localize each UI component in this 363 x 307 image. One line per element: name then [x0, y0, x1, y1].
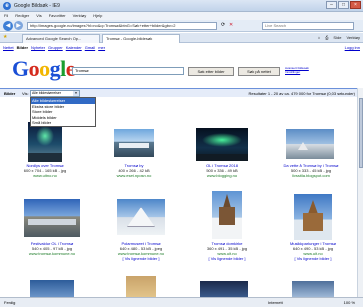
- google-logo[interactable]: Google: [12, 58, 76, 80]
- image-site: livsstila.blogspot.com: [292, 173, 330, 178]
- preferences-link[interactable]: Innstillinger: [285, 70, 309, 74]
- menu-edit[interactable]: Rediger: [15, 12, 29, 20]
- image-thumbnail-polarmuseet[interactable]: [117, 199, 165, 235]
- image-thumbnail-vette[interactable]: [286, 129, 334, 159]
- stop-icon[interactable]: ✕: [229, 22, 233, 28]
- menu-help[interactable]: Hjelp: [93, 12, 102, 20]
- tab-google-images[interactable]: Tromsø - Google-bildesøk: [102, 34, 180, 43]
- image-caption: Tromsø by 400 x 266 - 42 kB www.eset.npo…: [94, 163, 174, 178]
- nav-gmail[interactable]: Gmail: [85, 45, 95, 50]
- image-thumbnail-tromso-by[interactable]: [114, 129, 154, 157]
- search-box[interactable]: Live Search: [262, 22, 354, 30]
- status-text: Ferdig: [4, 300, 16, 305]
- page-scrollbar[interactable]: [357, 88, 363, 297]
- size-select-value: Alle bildestørrelser: [32, 91, 61, 95]
- image-site: www.blogging.no: [206, 173, 238, 178]
- image-caption: Da vette å Tromsø by i Tromsø 500 x 333 …: [271, 163, 351, 178]
- similar-images-link[interactable]: [ Vis lignende bilder ]: [187, 256, 267, 261]
- status-bar: Ferdig Internett 100 %: [0, 297, 363, 307]
- scrollbar-thumb[interactable]: [359, 98, 363, 168]
- image-thumbnail-ol-tromso[interactable]: [196, 128, 248, 161]
- image-caption: Nordlys over Tromsø 600 x 704 - 165 kB -…: [5, 163, 85, 178]
- image-thumbnail-domkirke[interactable]: [212, 191, 242, 239]
- size-dropdown: Alle bildestørrelser Ekstra store bilder…: [30, 97, 96, 127]
- nav-web[interactable]: Nettet: [3, 45, 14, 50]
- chevron-down-icon[interactable]: ▼: [73, 91, 79, 96]
- image-thumbnail-festival[interactable]: [24, 199, 80, 237]
- internet-zone: Internett: [268, 300, 283, 305]
- maximize-button[interactable]: □: [338, 1, 349, 9]
- search-images-button[interactable]: Søk etter bilder: [188, 67, 234, 76]
- signin-link[interactable]: Logg inn: [345, 45, 360, 50]
- image-site: www.uitno.no: [33, 173, 57, 178]
- size-option[interactable]: Små bilder: [31, 120, 95, 126]
- image-thumbnail-row3-3[interactable]: [200, 281, 248, 297]
- title-bar: e Google Bildsøk - IE9 – □ ×: [0, 0, 363, 12]
- search-input[interactable]: Tromsø: [72, 67, 184, 75]
- image-caption: Musikkparlunger i Tromsø 640 x 490 - 53 …: [273, 241, 353, 261]
- menu-bar: Fil Rediger Vis Favoritter Verktøy Hjelp: [0, 12, 363, 20]
- menu-view[interactable]: Vis: [36, 12, 41, 20]
- refresh-icon[interactable]: ⟳: [221, 22, 225, 28]
- similar-images-link[interactable]: [ Vis lignende bilder ]: [273, 256, 353, 261]
- nav-groups[interactable]: Grupper: [48, 45, 63, 50]
- menu-tools[interactable]: Verktøy: [73, 12, 87, 20]
- size-select[interactable]: Alle bildestørrelser ▼: [30, 90, 80, 97]
- window-title: Google Bildsøk - IE9: [14, 3, 60, 9]
- image-thumbnail-musikk[interactable]: [294, 194, 332, 240]
- back-icon[interactable]: ◀: [3, 21, 13, 31]
- image-caption: Polarmuseet i Tromsø 640 x 480 - 53 kB -…: [101, 241, 181, 261]
- size-filter-label: Vis:: [22, 91, 29, 96]
- url-field[interactable]: http://images.google.no/images?hl=no&q=T…: [27, 22, 217, 30]
- image-site: www.tromsø.kommune.no: [28, 251, 76, 256]
- nav-calendar[interactable]: Kalender: [66, 45, 82, 50]
- result-stats: Resultater 1 - 20 av ca. 479 000 for Tro…: [248, 91, 356, 96]
- image-thumbnail-row3-4[interactable]: [292, 281, 334, 297]
- zoom-level[interactable]: 100 %: [344, 300, 355, 305]
- image-caption: Tromsø domkirke 360 x 491 - 35 kB - jpg …: [187, 241, 267, 261]
- menu-file[interactable]: Fil: [4, 12, 8, 20]
- close-button[interactable]: ×: [350, 1, 361, 9]
- search-web-button[interactable]: Søk på nettet: [238, 67, 280, 76]
- image-caption: OL i Tromsø 2018 500 x 336 - 49 kB www.b…: [182, 163, 262, 178]
- home-icon[interactable]: ⌂: [318, 34, 320, 42]
- image-thumbnail-nordlys[interactable]: [28, 122, 62, 162]
- tab-advanced-search[interactable]: Advanced Google Search Op...: [22, 34, 100, 43]
- nav-news[interactable]: Nyheter: [31, 45, 45, 50]
- image-site: www.eset.nposn.no: [116, 173, 152, 178]
- tools-menu[interactable]: Verktøy: [346, 34, 360, 42]
- image-caption: Festivaldur OL i Tromsø 540 x 405 - 97 k…: [12, 241, 92, 256]
- forward-icon[interactable]: ▶: [14, 21, 23, 30]
- minimize-button[interactable]: –: [326, 1, 337, 9]
- tab-bar: ★ Advanced Google Search Op... Tromsø - …: [0, 33, 363, 43]
- image-thumbnail-row3-1[interactable]: [30, 280, 74, 297]
- results-label: Bilder: [4, 91, 16, 96]
- print-icon[interactable]: ⎙: [325, 34, 328, 42]
- menu-favorites[interactable]: Favoritter: [49, 12, 66, 20]
- google-nav: Nettet Bilder Nyheter Grupper Kalender G…: [3, 45, 105, 50]
- result-bar: Bilder Vis: Alle bildestørrelser ▼ Resul…: [0, 88, 363, 97]
- similar-images-link[interactable]: [ Vis lignende bilder ]: [101, 256, 181, 261]
- favorites-star-icon[interactable]: ★: [3, 34, 7, 40]
- image-thumbnail-row3-2[interactable]: [126, 276, 156, 297]
- nav-images: Bilder: [16, 45, 29, 50]
- address-bar: ◀ ▶ http://images.google.no/images?hl=no…: [0, 20, 363, 32]
- page-menu[interactable]: Side: [333, 34, 341, 42]
- nav-more[interactable]: mer: [98, 45, 105, 50]
- ie-logo-icon: e: [3, 2, 11, 10]
